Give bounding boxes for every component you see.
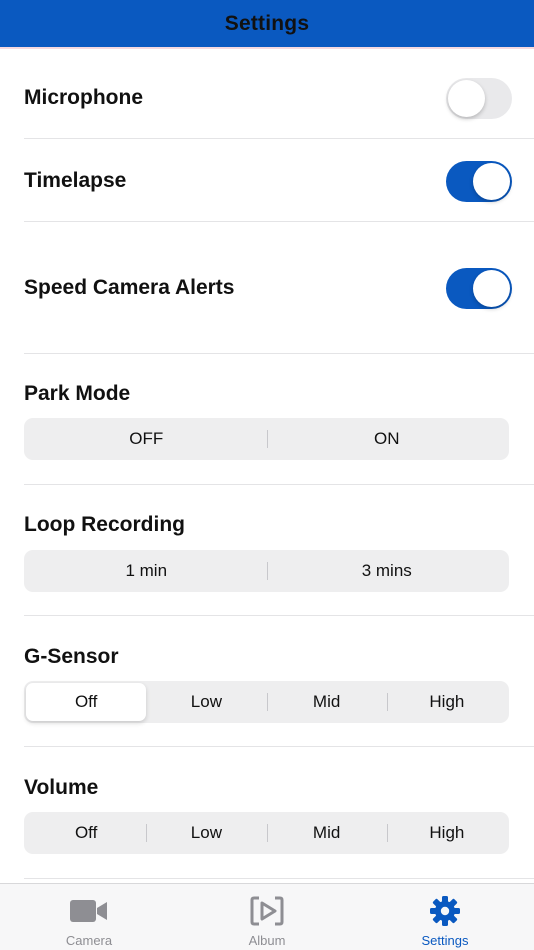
divider [24,615,534,616]
divider [24,353,534,354]
nav-header: Settings [0,0,534,49]
timelapse-toggle[interactable] [446,160,512,202]
divider [24,138,534,139]
volume-option-high[interactable]: High [386,814,507,852]
volume-segmented-control: Off Low Mid High [24,812,509,854]
g-sensor-label: G-Sensor [24,645,119,668]
setting-row-timelapse: Timelapse [24,154,534,208]
toggle-knob [473,269,510,307]
tab-camera[interactable]: Camera [0,884,178,950]
park-mode-option-on[interactable]: ON [266,420,508,458]
volume-option-off[interactable]: Off [26,814,146,852]
g-sensor-option-mid[interactable]: Mid [266,683,387,721]
toggle-knob [473,162,510,200]
g-sensor-segmented-control: Off Low Mid High [24,681,509,723]
park-mode-segmented-control: OFF ON [24,418,509,460]
tab-settings-label: Settings [421,933,469,948]
volume-label: Volume [24,776,99,799]
microphone-toggle[interactable] [446,77,512,119]
microphone-label: Microphone [24,86,143,109]
timelapse-label: Timelapse [24,169,127,192]
loop-recording-label: Loop Recording [24,513,185,536]
divider [24,878,534,879]
volume-option-mid[interactable]: Mid [266,814,387,852]
tab-camera-label: Camera [65,933,113,948]
video-camera-icon [69,895,109,927]
speed-camera-alerts-label: Speed Camera Alerts [24,276,235,299]
setting-row-microphone: Microphone [24,71,534,125]
settings-list[interactable]: Microphone Timelapse Speed Camera Alerts… [0,51,534,883]
setting-row-speed-camera-alerts: Speed Camera Alerts [24,261,534,315]
play-frame-icon [247,895,287,927]
divider [24,484,534,485]
park-mode-label: Park Mode [24,382,131,405]
tab-bar: Camera Album Settings [0,883,534,950]
loop-recording-option-3-mins[interactable]: 3 mins [266,552,508,590]
gear-icon [425,895,465,927]
volume-option-low[interactable]: Low [146,814,266,852]
g-sensor-option-high[interactable]: High [386,683,507,721]
toggle-knob [448,79,485,117]
divider [24,746,534,747]
g-sensor-option-low[interactable]: Low [146,683,266,721]
loop-recording-option-1-min[interactable]: 1 min [26,552,267,590]
speed-camera-alerts-toggle[interactable] [446,267,512,309]
tab-settings[interactable]: Settings [356,884,534,950]
divider [24,221,534,222]
tab-album[interactable]: Album [178,884,356,950]
page-title: Settings [224,11,310,35]
loop-recording-segmented-control: 1 min 3 mins [24,550,509,592]
tab-album-label: Album [248,933,286,948]
g-sensor-option-off[interactable]: Off [26,683,147,721]
park-mode-option-off[interactable]: OFF [26,420,267,458]
